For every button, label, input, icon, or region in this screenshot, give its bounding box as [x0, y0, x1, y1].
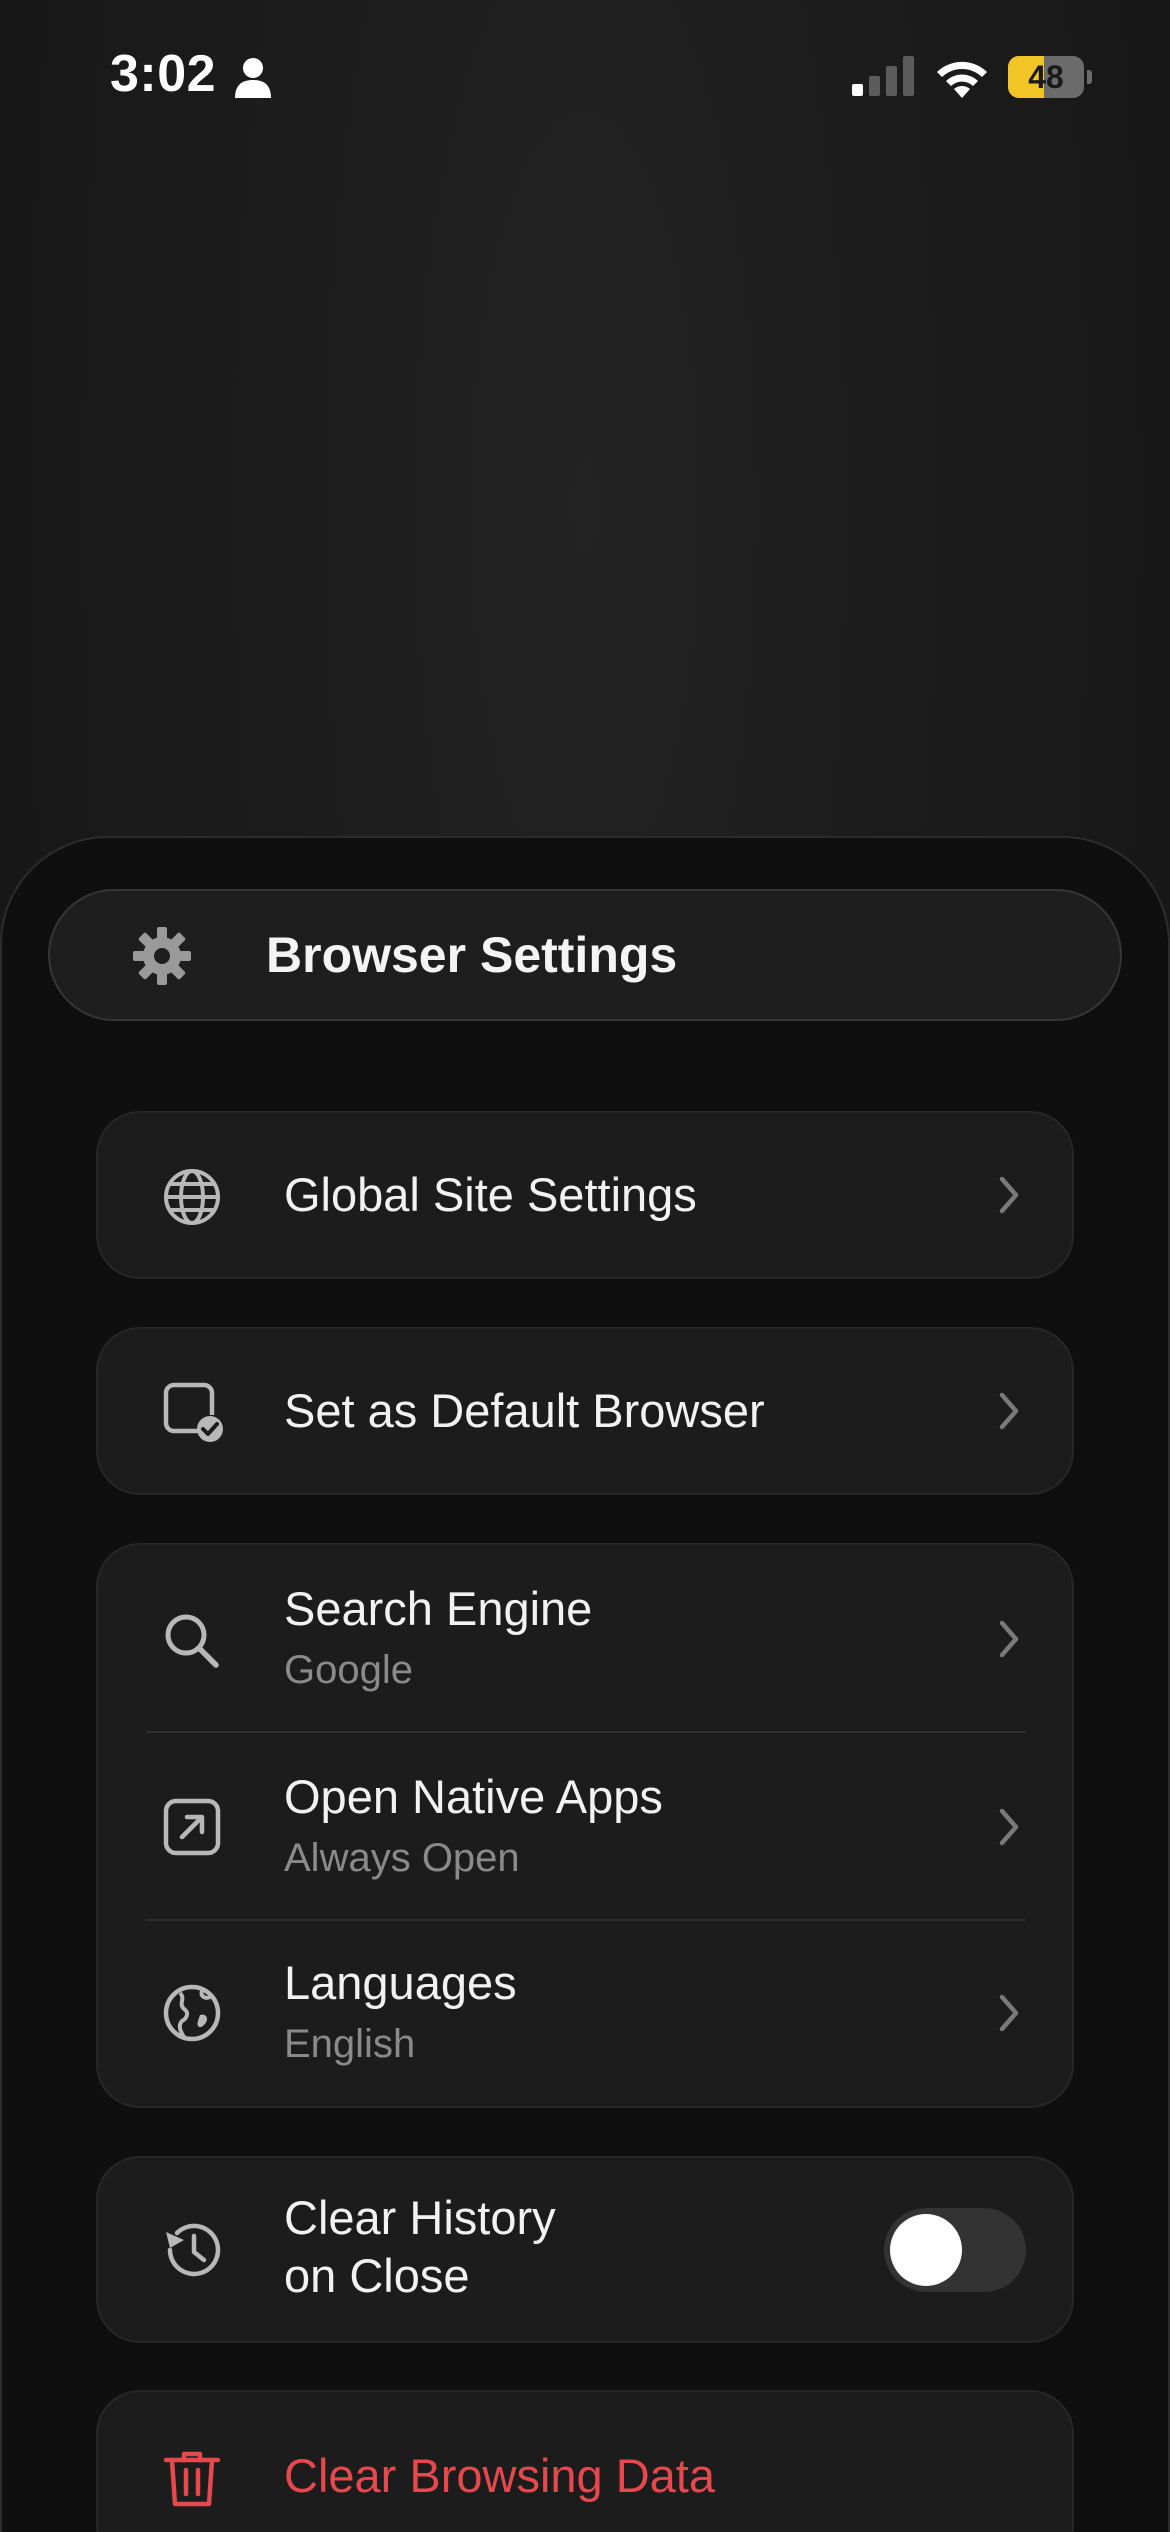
wifi-icon	[937, 61, 987, 98]
gear-icon	[133, 927, 191, 985]
open-external-icon	[163, 1798, 221, 1856]
chevron-right-icon	[999, 1994, 1019, 2032]
status-bar: 3:02 48	[0, 0, 1170, 150]
search-icon	[165, 1614, 219, 1668]
languages-value: English	[284, 2022, 416, 2066]
chevron-right-icon	[999, 1392, 1019, 1430]
global-site-settings-card: Global Site Settings	[96, 1111, 1074, 1279]
toggle-knob	[890, 2214, 962, 2286]
default-browser-card: Set as Default Browser	[96, 1327, 1074, 1495]
open-native-apps-row[interactable]: Open Native Apps Always Open	[98, 1733, 1072, 1920]
languages-row[interactable]: Languages English	[98, 1921, 1072, 2106]
languages-label: Languages	[284, 1956, 517, 2009]
cellular-signal-icon	[852, 56, 914, 96]
clear-history-label-line2: on Close	[284, 2249, 470, 2302]
device-check-icon	[163, 1382, 223, 1442]
search-engine-value: Google	[284, 1648, 413, 1692]
sheet-header: Browser Settings	[48, 889, 1122, 1021]
global-site-settings-row[interactable]: Global Site Settings	[98, 1113, 1072, 1277]
default-browser-label: Set as Default Browser	[284, 1384, 765, 1437]
battery-body: 48	[1008, 56, 1084, 98]
chevron-right-icon	[999, 1808, 1019, 1846]
language-globe-icon	[163, 1984, 221, 2042]
clear-browsing-data-row[interactable]: Clear Browsing Data	[98, 2392, 1072, 2532]
person-icon	[235, 58, 271, 98]
battery-nub	[1087, 70, 1092, 84]
clear-browsing-data-label: Clear Browsing Data	[284, 2449, 716, 2502]
clear-browsing-data-card: Clear Browsing Data	[96, 2390, 1074, 2532]
status-time: 3:02	[110, 45, 217, 103]
search-engine-row[interactable]: Search Engine Google	[98, 1545, 1072, 1732]
browser-settings-screen: 3:02 48 Browser Settings Global Site Set…	[0, 0, 1170, 2532]
preferences-card: Search Engine Google Open Native Apps Al…	[96, 1543, 1074, 2108]
open-native-apps-value: Always Open	[284, 1836, 520, 1880]
open-native-apps-label: Open Native Apps	[284, 1770, 663, 1823]
clear-history-row: Clear History on Close	[98, 2158, 1072, 2341]
clear-history-toggle[interactable]	[884, 2208, 1026, 2292]
global-site-settings-label: Global Site Settings	[284, 1168, 697, 1221]
clear-history-card: Clear History on Close	[96, 2156, 1074, 2343]
history-icon	[166, 2223, 221, 2277]
chevron-right-icon	[999, 1620, 1019, 1658]
globe-icon	[164, 1169, 220, 1225]
default-browser-row[interactable]: Set as Default Browser	[98, 1329, 1072, 1493]
battery-icon: 48	[1008, 56, 1092, 98]
chevron-right-icon	[999, 1176, 1019, 1214]
search-engine-label: Search Engine	[284, 1582, 593, 1635]
trash-icon	[163, 2451, 221, 2507]
clear-history-label-line1: Clear History	[284, 2191, 556, 2244]
page-title: Browser Settings	[266, 927, 678, 983]
battery-percentage: 48	[1028, 59, 1064, 95]
